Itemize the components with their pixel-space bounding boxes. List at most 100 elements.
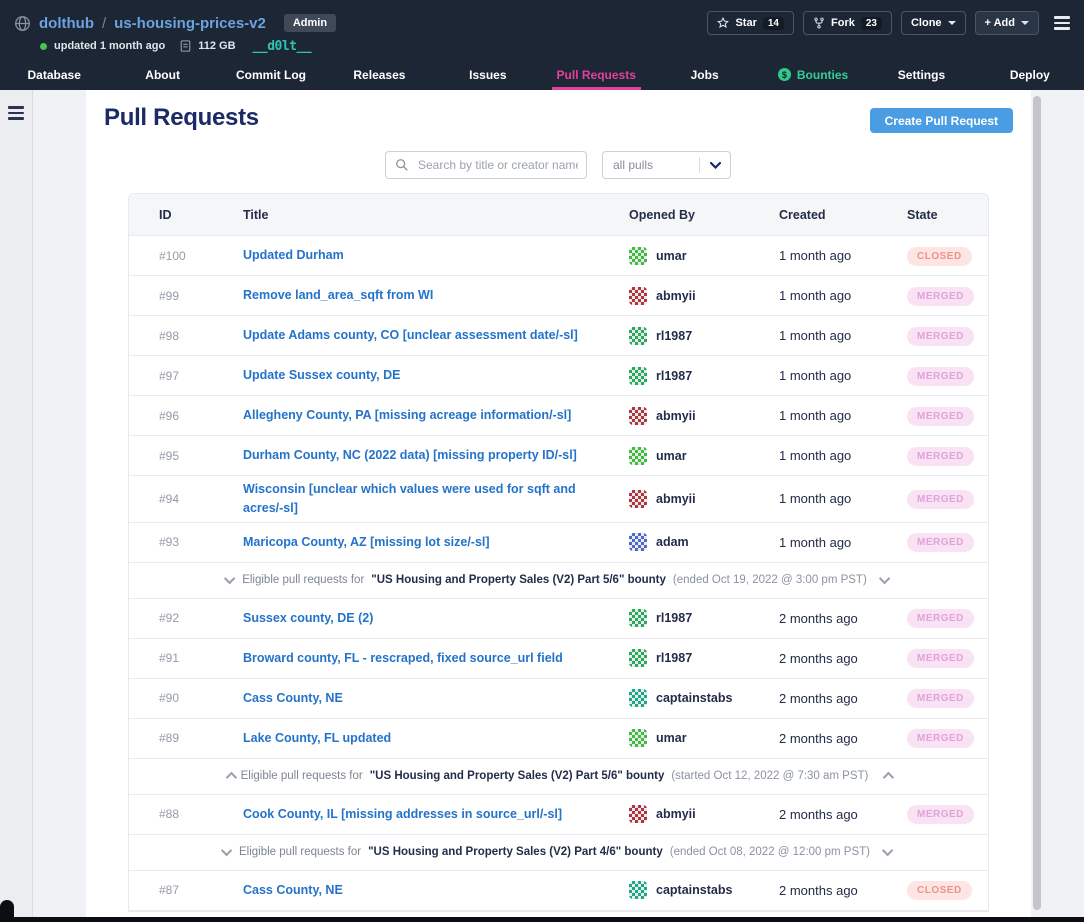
tab-deploy[interactable]: Deploy [976,59,1084,90]
status-badge: MERGED [907,287,974,306]
pr-username[interactable]: abmyii [656,409,696,423]
table-row: #98Update Adams county, CO [unclear asse… [129,316,988,356]
pr-username[interactable]: umar [656,449,687,463]
pr-created: 1 month ago [779,535,907,550]
pr-title-link[interactable]: Broward county, FL - rescraped, fixed so… [243,645,563,672]
table-row: #91Broward county, FL - rescraped, fixed… [129,639,988,679]
avatar [629,533,647,551]
updated-text: updated 1 month ago [54,40,165,52]
create-pull-request-button[interactable]: Create Pull Request [870,108,1013,133]
pr-title-link[interactable]: Durham County, NC (2022 data) [missing p… [243,442,577,469]
bounty-name: "US Housing and Property Sales (V2) Part… [370,770,665,782]
tab-pull-requests[interactable]: Pull Requests [542,59,650,90]
bounty-date-detail: (ended Oct 19, 2022 @ 3:00 pm PST) [673,574,867,586]
pr-title-link[interactable]: Cook County, IL [missing addresses in so… [243,801,562,828]
avatar [629,447,647,465]
pr-username[interactable]: abmyii [656,807,696,821]
breadcrumb-owner-link[interactable]: dolthub [39,15,94,32]
pr-title-link[interactable]: Maricopa County, AZ [missing lot size/-s… [243,529,490,556]
pr-title-link[interactable]: Update Sussex county, DE [243,362,400,389]
add-button[interactable]: + Add [975,11,1039,35]
pr-title-link[interactable]: Cass County, NE [243,877,343,904]
clone-button[interactable]: Clone [901,11,966,35]
table-row: #100Updated Durhamumar1 month agoCLOSED [129,236,988,276]
chevron-down-icon[interactable] [224,573,235,584]
pr-title-link[interactable]: Cass County, NE [243,685,343,712]
pr-title-link[interactable]: Updated Durham [243,242,344,269]
tab-settings[interactable]: Settings [867,59,975,90]
pr-username[interactable]: rl1987 [656,651,692,665]
pr-id: #93 [129,535,243,549]
pr-username[interactable]: rl1987 [656,611,692,625]
avatar [629,407,647,425]
pr-username[interactable]: captainstabs [656,883,732,897]
pr-created: 2 months ago [779,651,907,666]
chevron-down-icon [948,21,956,25]
pr-title-link[interactable]: Remove land_area_sqft from WI [243,282,433,309]
pr-title-cell: Maricopa County, AZ [missing lot size/-s… [243,529,629,556]
pr-opened-by-cell: rl1987 [629,609,779,627]
tab-commit-log[interactable]: Commit Log [217,59,325,90]
pull-requests-page: Pull Requests Create Pull Request all pu… [86,90,1031,917]
breadcrumb: dolthub / us-housing-prices-v2 Admin [14,14,336,32]
pr-title-link[interactable]: Lake County, FL updated [243,725,391,752]
table-row: #92Sussex county, DE (2)rl19872 months a… [129,599,988,639]
pr-username[interactable]: abmyii [656,289,696,303]
tab-issues[interactable]: Issues [434,59,542,90]
vertical-scrollbar[interactable] [1033,96,1041,910]
chevron-down-icon [1021,21,1029,25]
fork-button[interactable]: Fork 23 [803,11,892,35]
avatar [629,729,647,747]
pr-title-link[interactable]: Update Adams county, CO [unclear assessm… [243,322,578,349]
pr-state-cell: MERGED [907,804,988,824]
pr-username[interactable]: captainstabs [656,691,732,705]
status-badge: MERGED [907,533,974,552]
pr-username[interactable]: rl1987 [656,329,692,343]
bounty-separator-prefix: Eligible pull requests for [241,770,363,782]
bounty-date-detail: (started Oct 12, 2022 @ 7:30 am PST) [671,770,868,782]
pulls-filter-select[interactable]: all pulls [602,151,731,179]
pr-opened-by-cell: umar [629,447,779,465]
column-header-id: ID [129,208,243,222]
tab-about[interactable]: About [108,59,216,90]
tab-database[interactable]: Database [0,59,108,90]
pr-id: #92 [129,611,243,625]
search-input[interactable] [385,151,587,179]
pr-id: #91 [129,651,243,665]
chevron-down-icon[interactable] [882,845,893,856]
pr-username[interactable]: rl1987 [656,369,692,383]
star-button[interactable]: Star 14 [707,11,794,35]
pr-opened-by-cell: captainstabs [629,689,779,707]
status-badge: MERGED [907,490,974,509]
pr-title-link[interactable]: Allegheny County, PA [missing acreage in… [243,402,571,429]
chevron-up-icon[interactable] [225,772,236,783]
tab-jobs[interactable]: Jobs [650,59,758,90]
breadcrumb-repo-link[interactable]: us-housing-prices-v2 [114,15,266,32]
pr-title-cell: Cass County, NE [243,877,629,904]
tab-releases[interactable]: Releases [325,59,433,90]
pr-title-link[interactable]: Wisconsin [unclear which values were use… [243,476,615,522]
pr-username[interactable]: umar [656,249,687,263]
pr-title-link[interactable]: Sussex county, DE (2) [243,605,373,632]
pr-created: 2 months ago [779,731,907,746]
bounty-coin-icon: $ [778,68,791,81]
pr-username[interactable]: adam [656,535,689,549]
pr-opened-by-cell: abmyii [629,287,779,305]
pr-id: #100 [129,249,243,263]
pr-title-cell: Wisconsin [unclear which values were use… [243,476,629,522]
sidebar-menu-icon[interactable] [8,106,24,120]
pr-created: 2 months ago [779,691,907,706]
tab-bounties[interactable]: $Bounties [759,59,867,90]
menu-icon[interactable] [1054,16,1070,30]
bounty-date-detail: (ended Oct 08, 2022 @ 12:00 pm PST) [670,846,870,858]
chevron-down-icon[interactable] [879,573,890,584]
table-row: #99Remove land_area_sqft from WIabmyii1 … [129,276,988,316]
chevron-up-icon[interactable] [883,772,894,783]
pr-created: 1 month ago [779,448,907,463]
pr-created: 2 months ago [779,883,907,898]
pr-username[interactable]: umar [656,731,687,745]
table-body: #100Updated Durhamumar1 month agoCLOSED#… [129,236,988,911]
pr-username[interactable]: abmyii [656,492,696,506]
pr-title-cell: Allegheny County, PA [missing acreage in… [243,402,629,429]
chevron-down-icon[interactable] [221,845,232,856]
